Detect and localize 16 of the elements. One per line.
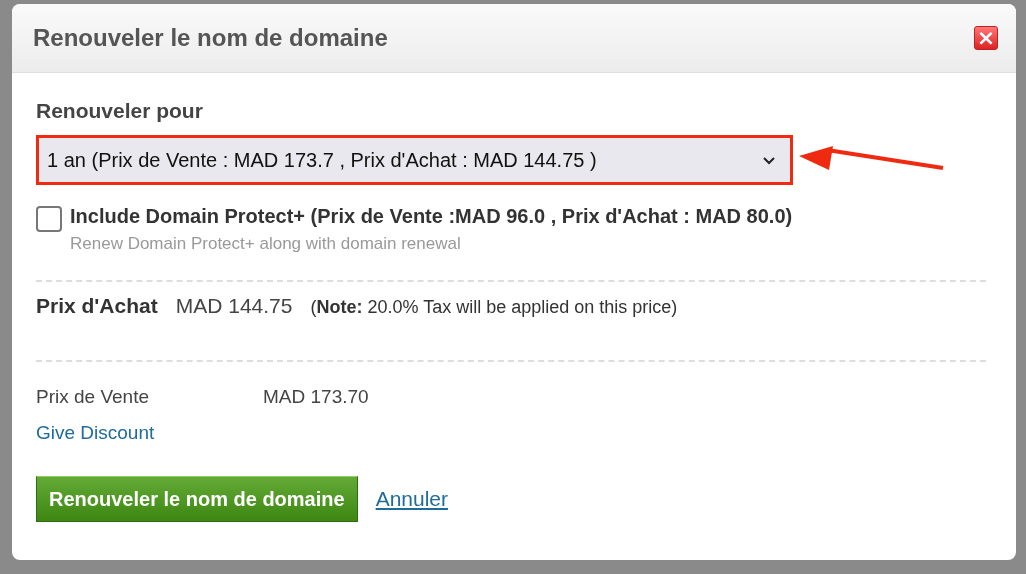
chevron-down-icon bbox=[762, 155, 776, 165]
select-field[interactable]: 1 an (Prix de Vente : MAD 173.7 , Prix d'Achat : MAD 144.75 ) bbox=[39, 138, 790, 182]
field-label: Renouveler pour bbox=[36, 99, 204, 123]
renew-button[interactable]: Renouveler le nom de domaine bbox=[36, 476, 358, 522]
checkbox[interactable] bbox=[36, 206, 62, 232]
dialog-title: Renouveler le nom de domaine bbox=[33, 24, 388, 52]
sale-price-value: MAD 173.70 bbox=[263, 386, 369, 408]
give-discount-link[interactable]: Give Discount bbox=[36, 422, 155, 443]
sale-price-label: Prix de Vente bbox=[36, 386, 151, 408]
purchase-price-value: MAD 144.75 bbox=[175, 294, 293, 318]
close-button[interactable]: × bbox=[974, 26, 998, 50]
checkbox-label: Include Domain Protect+ (Prix de Vente :MAD 96.0 , Prix d'Achat : MAD 80.0) bbox=[70, 205, 793, 228]
hint-text: Renew Domain Protect+ along with domain renewal bbox=[70, 234, 462, 254]
purchase-price-label: Prix d'Achat bbox=[36, 294, 158, 318]
cancel-link[interactable]: Annuler bbox=[375, 487, 448, 511]
tax-note: (Note: 20.0% Tax will be applied on this price) bbox=[310, 297, 678, 318]
